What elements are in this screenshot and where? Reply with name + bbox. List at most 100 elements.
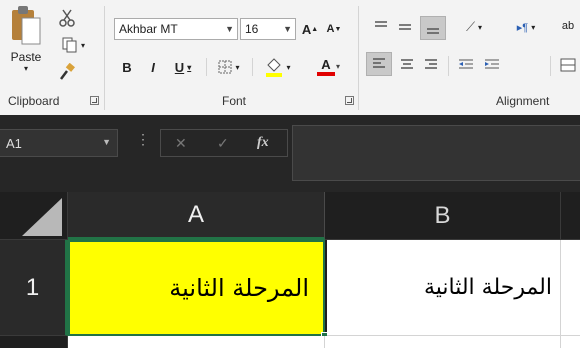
cancel-entry-button[interactable]: ✕ [175,135,187,152]
underline-button[interactable]: U ▾ [166,56,200,78]
align-center-icon [401,59,413,69]
shrink-font-button[interactable]: A ▼ [323,18,345,40]
chevron-down-icon: ▼ [102,137,111,147]
column-header-label: A [187,200,204,228]
align-top-button[interactable] [370,16,392,38]
cell-a1[interactable]: المرحلة الثانية [68,240,325,336]
font-color-icon: A [321,57,331,72]
merge-center-button[interactable] [556,54,580,76]
italic-button[interactable]: I [142,56,164,78]
text-direction-icon: ▸¶ [516,21,529,34]
grow-font-button[interactable]: A ▲ [299,18,321,40]
font-name-dropdown[interactable]: Akhbar MT ▼ [114,18,238,40]
cell-c1[interactable] [561,240,580,336]
align-left-icon [373,58,385,68]
font-group-label: Font [222,94,247,108]
formula-bar: A1 ▼ ⋮ ✕ ✓ fx [0,115,580,192]
cell-a2[interactable] [68,336,325,348]
shrink-font-icon: A [326,23,335,35]
formula-buttons: ✕ ✓ fx [160,129,288,157]
row-header-1[interactable]: 1 [0,240,68,336]
clipboard-group-label: Clipboard [8,94,60,108]
cell-b2[interactable] [325,336,561,348]
row-header-2[interactable] [0,336,68,348]
align-middle-button[interactable] [394,16,416,38]
formula-bar-grip-icon[interactable]: ⋮ [136,131,150,148]
fill-color-button[interactable]: ▾ [258,56,298,78]
cell-a1-value: المرحلة الثانية [169,274,309,302]
paintbrush-icon [60,63,75,80]
chevron-down-icon: ▾ [235,62,240,72]
divider [104,6,105,110]
enter-entry-button[interactable]: ✓ [217,135,229,152]
row-header-label: 1 [25,273,40,301]
orientation-icon: ⟋ [465,19,476,34]
border-icon [218,60,232,74]
divider [252,58,253,76]
divider [206,58,207,76]
cell-c2[interactable] [561,336,580,348]
select-all-button[interactable] [0,192,68,240]
align-bottom-icon [427,28,439,34]
chevron-down-icon: ▾ [80,40,85,50]
clipboard-launcher-icon[interactable] [90,96,99,105]
font-launcher-icon[interactable] [345,96,354,105]
cut-button[interactable] [54,6,80,30]
font-name-value: Akhbar MT [119,22,178,36]
paste-button[interactable]: Paste ▾ [4,4,48,86]
wrap-text-icon: ab [561,20,575,32]
paste-icon [12,6,41,45]
align-middle-icon [399,24,411,30]
ribbon: Paste ▾ ▾ Clipboard Akhbar MT ▼ 16 ▼ A ▲… [0,0,580,115]
alignment-group-label: Alignment [496,94,550,108]
copy-button[interactable]: ▾ [54,33,92,57]
chevron-down-icon: ▾ [187,62,192,72]
grow-font-icon: A [301,21,312,37]
align-top-icon [375,21,387,27]
format-painter-button[interactable] [54,60,80,84]
divider [448,56,449,76]
copy-icon [62,37,77,53]
divider [550,56,551,76]
orientation-button[interactable]: ⟋ ▾ [456,16,492,38]
align-bottom-button[interactable] [420,16,446,40]
chevron-down-icon: ▾ [23,64,28,73]
name-box[interactable]: A1 ▼ [0,129,118,157]
text-direction-button[interactable]: ▸¶ ▾ [508,16,544,38]
merge-icon [560,58,576,72]
name-box-value: A1 [6,136,22,151]
select-all-triangle-icon [22,198,62,236]
cell-b1-value: المرحلة الثانية [423,275,552,300]
decrease-indent-button[interactable] [454,54,478,76]
worksheet-grid: A B 1 المرحلة الثانية المرحلة الثانية [0,192,580,348]
align-right-icon [425,59,437,69]
italic-label: I [151,59,155,75]
align-center-button[interactable] [396,54,418,76]
formula-input[interactable] [292,125,580,181]
underline-label: U [174,59,185,75]
bold-label: B [122,59,132,75]
paste-label: Paste [10,50,42,64]
scissors-icon [59,9,75,27]
column-header-label: B [434,201,451,229]
font-size-dropdown[interactable]: 16 ▼ [240,18,296,40]
column-header-b[interactable]: B [325,192,561,240]
align-left-button[interactable] [366,52,392,76]
column-header-a[interactable]: A [68,192,325,240]
paint-bucket-icon [266,58,283,77]
chevron-down-icon: ▾ [478,22,483,32]
insert-function-button[interactable]: fx [257,135,269,151]
increase-indent-button[interactable] [480,54,504,76]
divider [358,6,359,110]
chevron-down-icon: ▼ [283,24,292,34]
font-size-value: 16 [245,22,259,36]
cell-b1[interactable]: المرحلة الثانية [327,240,561,336]
chevron-down-icon: ▾ [531,22,536,32]
column-header-c[interactable] [561,192,580,240]
increase-indent-icon [485,59,499,69]
bold-button[interactable]: B [116,56,138,78]
borders-button[interactable]: ▾ [212,56,246,78]
wrap-text-button[interactable]: ab [556,12,580,40]
chevron-down-icon: ▾ [286,62,291,72]
align-right-button[interactable] [420,54,442,76]
